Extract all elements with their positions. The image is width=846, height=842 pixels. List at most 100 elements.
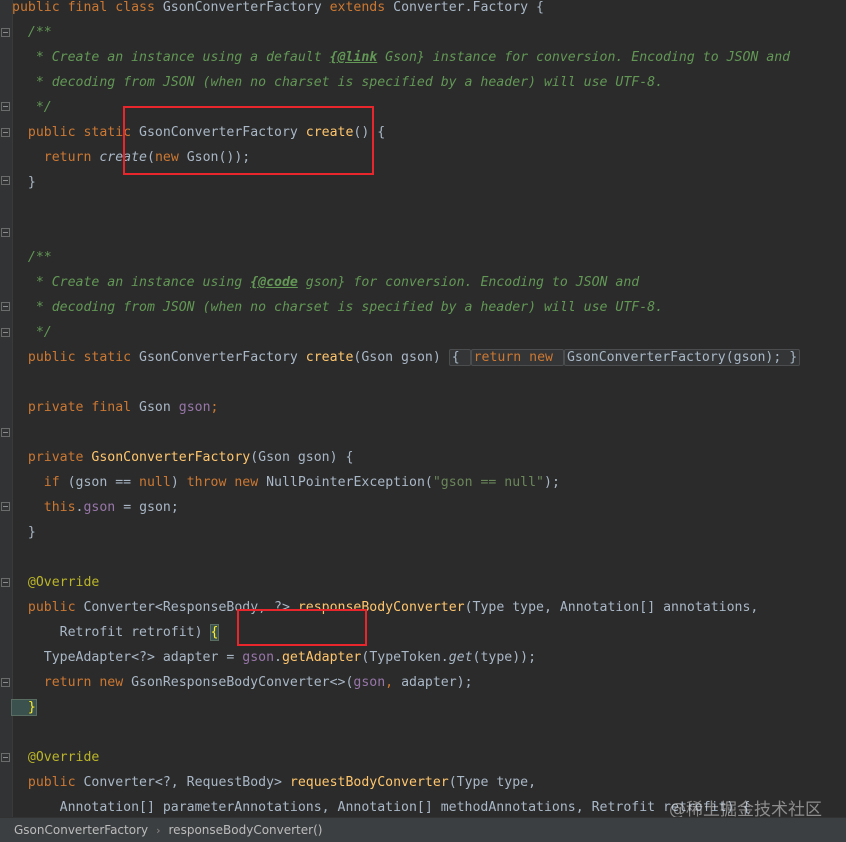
code-token: public static <box>12 350 140 365</box>
fold-marker-icon[interactable] <box>1 502 10 511</box>
code-line[interactable]: if (gson == null) throw new NullPointerE… <box>12 470 846 495</box>
code-token: return <box>12 150 100 165</box>
fold-marker-icon[interactable] <box>1 578 10 587</box>
code-token: create <box>305 350 354 365</box>
code-line[interactable]: * decoding from JSON (when no charset is… <box>12 295 846 320</box>
code-line[interactable] <box>12 420 846 445</box>
code-line[interactable]: * Create an instance using a default {@l… <box>12 45 846 70</box>
breadcrumb-class[interactable]: GsonConverterFactory <box>14 823 148 837</box>
code-line[interactable] <box>12 720 846 745</box>
code-token: create <box>305 125 354 140</box>
code-line[interactable]: this.gson = gson; <box>12 495 846 520</box>
code-line[interactable] <box>12 220 846 245</box>
code-line[interactable]: } <box>12 170 846 195</box>
code-token: get <box>448 650 473 665</box>
code-token: GsonConverterFactory <box>139 125 306 140</box>
code-token: (gson == <box>67 475 140 490</box>
code-line[interactable]: /** <box>12 20 846 45</box>
breadcrumb-separator-icon: › <box>156 823 161 837</box>
code-token: new <box>154 150 187 165</box>
code-token: requestBodyConverter <box>289 775 449 790</box>
code-line[interactable] <box>12 370 846 395</box>
code-token: = gson; <box>115 500 179 515</box>
code-line[interactable]: private final Gson gson; <box>12 395 846 420</box>
code-token: { <box>209 624 220 641</box>
code-token: getAdapter <box>281 650 362 665</box>
code-token: private final <box>12 400 140 415</box>
code-line[interactable]: private GsonConverterFactory(Gson gson) … <box>12 445 846 470</box>
code-line[interactable]: @Override <box>12 745 846 770</box>
code-line[interactable]: } <box>12 520 846 545</box>
code-token: Converter.Factory { <box>393 0 544 15</box>
code-line[interactable]: @Override <box>12 570 846 595</box>
code-line[interactable]: } <box>11 695 846 720</box>
code-token: adapter); <box>401 675 473 690</box>
fold-marker-icon[interactable] <box>1 328 10 337</box>
code-token: (Type type, Annotation[] annotations, <box>464 600 759 615</box>
code-line[interactable]: public Converter<?, RequestBody> request… <box>12 770 846 795</box>
code-token: Annotation[] parameterAnnotations, Annot… <box>12 800 751 815</box>
code-line[interactable] <box>12 545 846 570</box>
code-token: } <box>12 175 36 190</box>
breadcrumb-bar: GsonConverterFactory › responseBodyConve… <box>0 817 846 842</box>
code-token: Retrofit retrofit) <box>12 625 211 640</box>
fold-marker-icon[interactable] <box>1 176 10 185</box>
code-line[interactable]: return new GsonResponseBodyConverter<>(g… <box>12 670 846 695</box>
code-token: (Type type, <box>448 775 537 790</box>
code-token: } <box>12 525 36 540</box>
fold-marker-icon[interactable] <box>1 302 10 311</box>
fold-marker-icon[interactable] <box>1 428 10 437</box>
code-token: public final class <box>12 0 163 15</box>
fold-marker-icon[interactable] <box>1 228 10 237</box>
fold-marker-icon[interactable] <box>1 28 10 37</box>
code-line[interactable]: * decoding from JSON (when no charset is… <box>12 70 846 95</box>
code-token: gson <box>242 650 275 665</box>
code-token: (Gson gson) { <box>250 450 354 465</box>
code-line[interactable]: return create(new Gson()); <box>12 145 846 170</box>
fold-marker-icon[interactable] <box>1 678 10 687</box>
code-area[interactable]: public final class GsonConverterFactory … <box>11 0 846 817</box>
code-line[interactable]: public Converter<ResponseBody, ?> respon… <box>12 595 846 620</box>
code-token: Converter<?, RequestBody> <box>83 775 290 790</box>
code-token: return new <box>12 675 132 690</box>
code-token: () { <box>353 125 386 140</box>
code-token: * Create an instance using a default <box>12 50 330 65</box>
code-token: /** <box>12 250 52 265</box>
code-token: TypeAdapter<?> adapter = <box>12 650 243 665</box>
code-line[interactable]: public static GsonConverterFactory creat… <box>12 345 846 370</box>
code-token: ( <box>146 150 155 165</box>
code-token: Gson} instance for conversion. Encoding … <box>377 50 791 65</box>
code-token: gson <box>353 675 386 690</box>
code-token: GsonConverterFactory <box>162 0 330 15</box>
code-line[interactable]: */ <box>12 320 846 345</box>
code-token: gson} for conversion. Encoding to JSON a… <box>297 275 640 290</box>
code-line[interactable]: * Create an instance using {@code gson} … <box>12 270 846 295</box>
code-token: ); <box>544 475 560 490</box>
code-editor[interactable]: public final class GsonConverterFactory … <box>0 0 846 817</box>
code-line[interactable]: public final class GsonConverterFactory … <box>12 0 846 20</box>
code-token: } <box>11 699 37 716</box>
breadcrumb-method[interactable]: responseBodyConverter() <box>169 823 323 837</box>
code-token: public <box>12 600 84 615</box>
code-line[interactable] <box>12 195 846 220</box>
code-token: (TypeToken. <box>361 650 449 665</box>
code-line[interactable]: Retrofit retrofit) { <box>12 620 846 645</box>
code-token: , <box>385 675 402 690</box>
fold-marker-icon[interactable] <box>1 128 10 137</box>
code-token: if <box>12 475 68 490</box>
code-token: "gson == null" <box>432 475 544 490</box>
fold-marker-icon[interactable] <box>1 753 10 762</box>
code-line[interactable]: TypeAdapter<?> adapter = gson.getAdapter… <box>12 645 846 670</box>
code-token: Converter<ResponseBody, ?> <box>83 600 298 615</box>
code-line[interactable]: /** <box>12 245 846 270</box>
code-token: create <box>99 150 147 165</box>
code-token: Gson()); <box>186 150 251 165</box>
code-token: . <box>274 650 282 665</box>
code-token: */ <box>12 100 52 115</box>
code-token: this <box>12 500 76 515</box>
fold-marker-icon[interactable] <box>1 102 10 111</box>
code-token: (Gson gson) <box>353 350 449 365</box>
code-token: throw new <box>186 475 267 490</box>
code-line[interactable]: public static GsonConverterFactory creat… <box>12 120 846 145</box>
code-line[interactable]: */ <box>12 95 846 120</box>
